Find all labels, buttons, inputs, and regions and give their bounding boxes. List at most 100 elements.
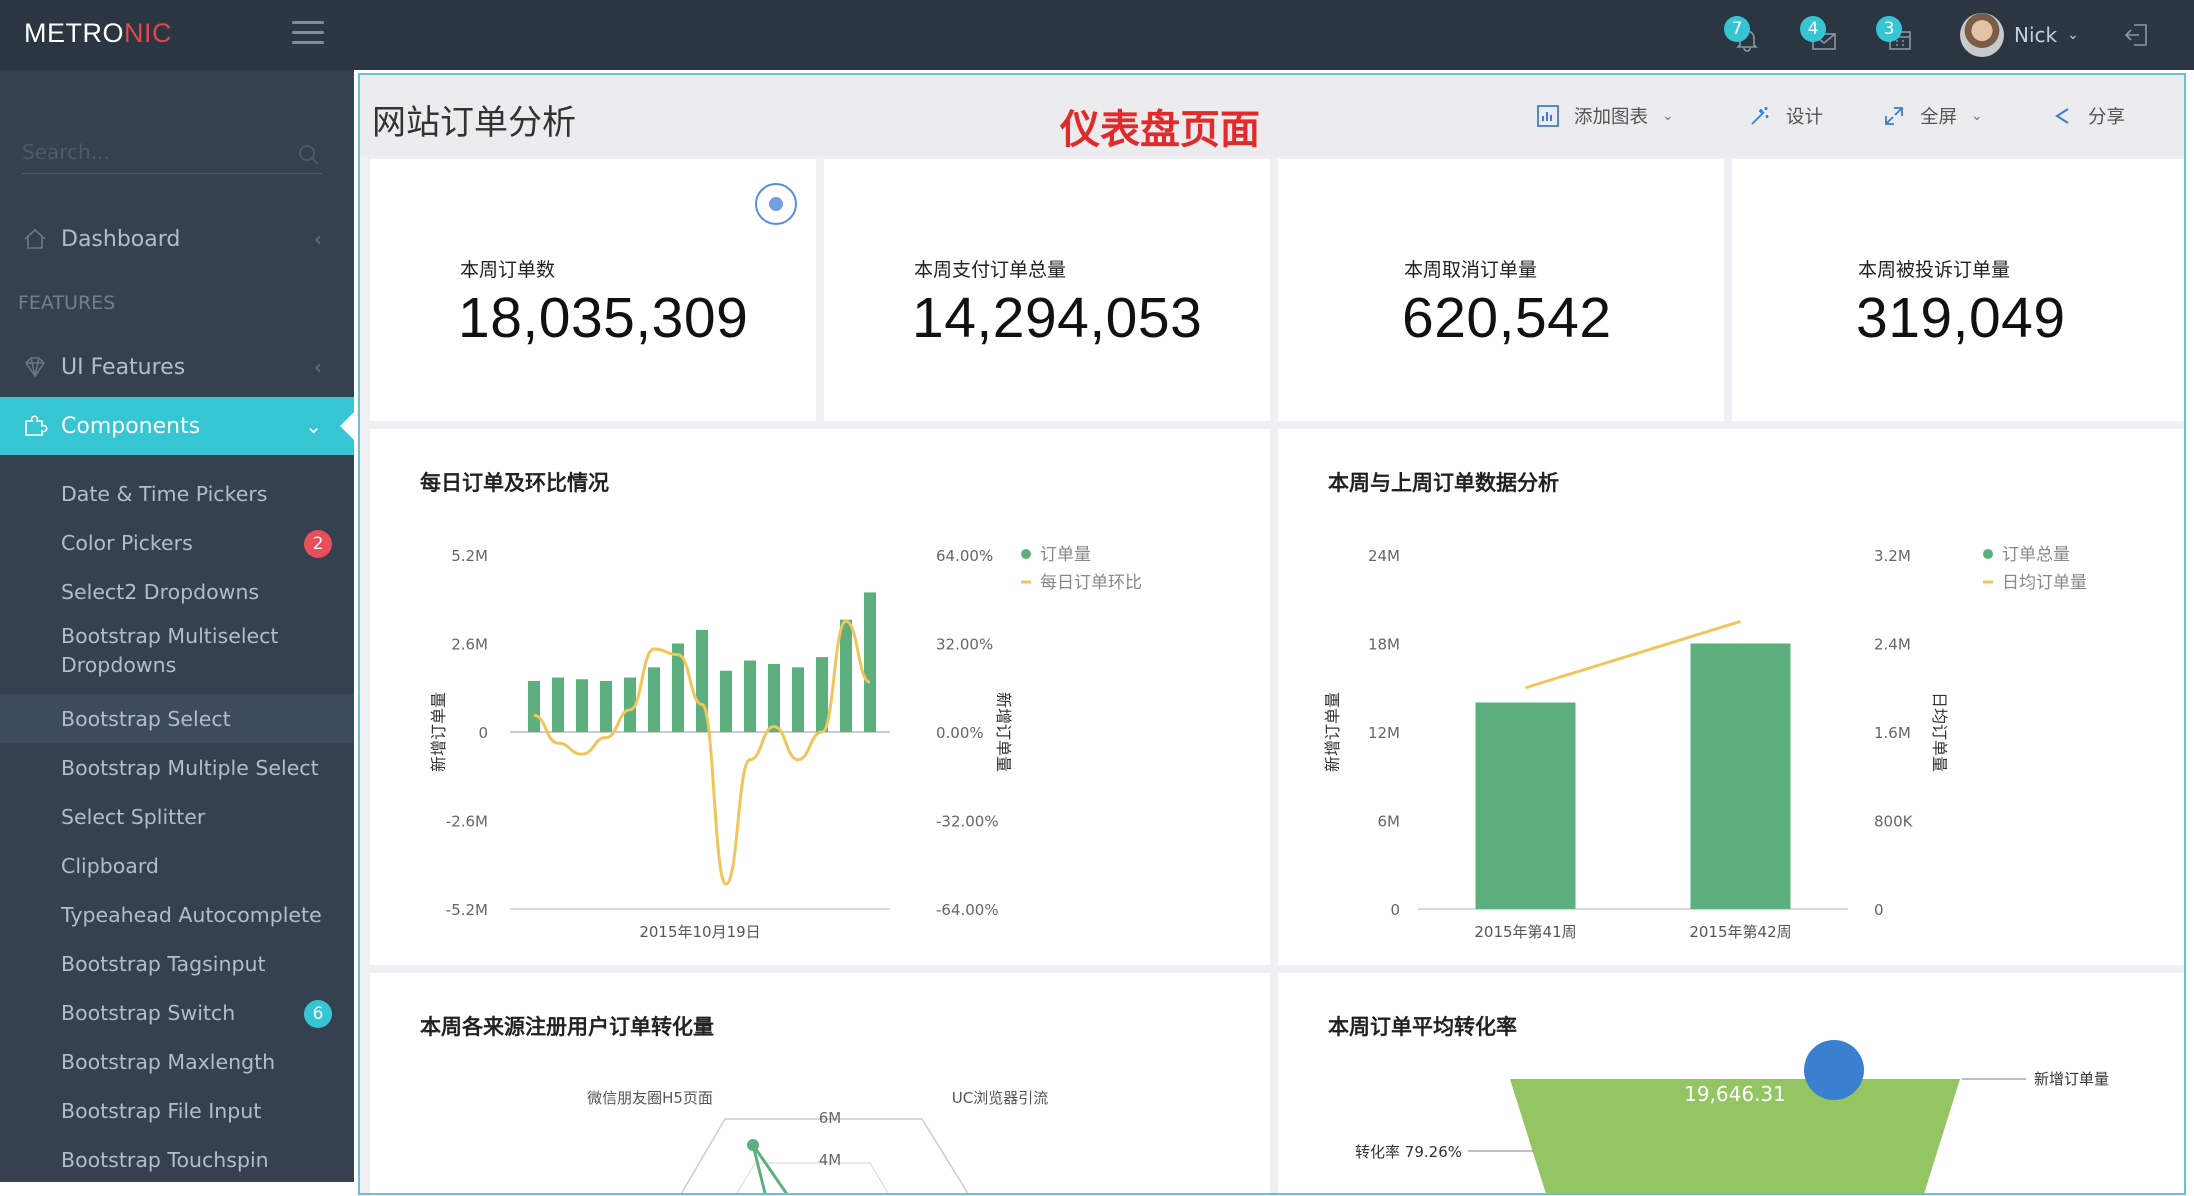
sidebar-subitem[interactable]: Bootstrap Multiselect Dropdowns xyxy=(0,621,330,681)
sidebar-subitem[interactable]: Color Pickers 2 xyxy=(0,518,354,567)
kpi-card[interactable]: 本周支付订单总量 14,294,053 xyxy=(824,159,1270,421)
tasks-button[interactable]: 3 xyxy=(1876,16,1920,56)
sidebar-item-components[interactable]: Components ⌄ xyxy=(0,397,354,455)
sidebar-search xyxy=(22,134,322,174)
chart-card-daily-orders[interactable]: 每日订单及环比情况 5.2M 64.00% 2.6M 32.00% 0 0.00% -2.6… xyxy=(370,429,1270,965)
kpi-card[interactable]: 本周订单数 18,035,309 xyxy=(370,159,816,421)
chart-card-weekly-comparison[interactable]: 本周与上周订单数据分析 24M 3.2M 18M 2.4M 12M 1.6M 6M 800K 0… xyxy=(1278,429,2184,965)
notification-count-badge: 7 xyxy=(1724,16,1750,42)
y2-axis-tick-label: 0.00% xyxy=(936,724,984,742)
kpi-label: 本周订单数 xyxy=(460,259,556,281)
sidebar-subitem[interactable]: Bootstrap Tagsinput xyxy=(0,939,354,988)
logout-button[interactable] xyxy=(2122,20,2152,54)
avatar xyxy=(1960,13,2004,57)
fullscreen-label: 全屏 xyxy=(1920,107,1958,128)
bar xyxy=(648,667,660,732)
sidebar-item-ui-features[interactable]: UI Features ‹ xyxy=(0,338,354,396)
bar xyxy=(792,667,804,732)
sidebar-subitem-label: Select2 Dropdowns xyxy=(61,579,260,604)
y-axis-tick-label: -2.6M xyxy=(446,813,488,831)
bar xyxy=(840,619,852,732)
bar xyxy=(528,680,540,732)
chart-card-source-conversion[interactable]: 本周各来源注册用户订单转化量 微信朋友圈H5页面 UC浏览器引流 6M 4M xyxy=(370,973,1270,1193)
sidebar-subitem-label: Bootstrap Tagsinput xyxy=(61,951,266,976)
kpi-card[interactable]: 本周取消订单量 620,542 xyxy=(1278,159,1724,421)
y2-axis-tick-label: 1.6M xyxy=(1874,724,1911,742)
sidebar-subitem[interactable]: Date & Time Pickers xyxy=(0,469,354,518)
inbox-button[interactable]: 4 xyxy=(1800,16,1844,56)
add-chart-label: 添加图表 xyxy=(1574,107,1649,128)
bar xyxy=(1475,702,1576,909)
sidebar-subitem[interactable]: Select Splitter xyxy=(0,792,354,841)
funnel-value-label: 19,646.31 xyxy=(1684,1082,1786,1106)
y-axis-tick-label: 0 xyxy=(478,724,488,742)
magic-wand-icon xyxy=(1751,107,1769,125)
user-name: Nick xyxy=(2014,23,2058,47)
sidebar-subitem[interactable]: Bootstrap File Input xyxy=(0,1086,354,1135)
kpi-card[interactable]: 本周被投诉订单量 319,049 xyxy=(1732,159,2184,421)
daily-orders-chart: 5.2M 64.00% 2.6M 32.00% 0 0.00% -2.6M -32.00% -5… xyxy=(429,545,1142,941)
legend-label: 日均订单量 xyxy=(2002,573,2087,593)
sidebar-subitem-label: Bootstrap Select xyxy=(61,706,231,731)
sidebar-item-label: Dashboard xyxy=(61,226,181,252)
sidebar-item-label: Components xyxy=(61,413,201,439)
sidebar-subitem[interactable]: Bootstrap Maxlength xyxy=(0,1037,354,1086)
share-label: 分享 xyxy=(2088,107,2126,128)
chevron-down-icon: ⌄ xyxy=(2067,27,2079,43)
add-chart-button[interactable]: 添加图表 ⌄ xyxy=(1536,103,1674,129)
y-axis-tick-label: 5.2M xyxy=(451,547,488,565)
target-icon[interactable] xyxy=(755,183,797,225)
y-axis-tick-label: 0 xyxy=(1390,901,1400,919)
bar xyxy=(768,663,780,732)
sidebar-subitem[interactable]: Bootstrap Multiple Select xyxy=(0,743,354,792)
sidebar-subitem[interactable]: Clipboard xyxy=(0,841,354,890)
app-logo[interactable]: METRONIC xyxy=(24,18,172,49)
top-navbar: METRONIC 7 4 3 Nick ⌄ xyxy=(0,0,2194,70)
source-radar-chart: 微信朋友圈H5页面 UC浏览器引流 6M 4M xyxy=(587,1089,1048,1193)
bar xyxy=(552,677,564,732)
y2-axis-tick-label: 2.4M xyxy=(1874,636,1911,654)
y-axis-tick-label: 6M xyxy=(1378,813,1401,831)
inbox-count-badge: 4 xyxy=(1800,16,1826,42)
sidebar-item-label: UI Features xyxy=(61,354,186,380)
chevron-left-icon: ‹ xyxy=(314,355,322,379)
sidebar-subitem[interactable]: Typeahead Autocomplete xyxy=(0,890,354,939)
legend-swatch xyxy=(1021,549,1031,559)
share-button[interactable]: 分享 xyxy=(2052,103,2125,129)
logout-icon xyxy=(2124,24,2147,46)
weekly-comparison-chart: 24M 3.2M 18M 2.4M 12M 1.6M 6M 800K 0 0 新增订单量 日均订单量 2… xyxy=(1323,545,2087,941)
count-badge: 2 xyxy=(304,530,332,558)
count-badge: 6 xyxy=(304,1000,332,1028)
fullscreen-button[interactable]: 全屏 ⌄ xyxy=(1882,103,1983,129)
sidebar-subitem-label: Bootstrap Touchspin xyxy=(61,1147,269,1172)
legend-label: 订单总量 xyxy=(2002,545,2070,565)
y-axis-tick-label: 18M xyxy=(1368,636,1400,654)
bar xyxy=(1690,643,1791,909)
y-axis-label: 新增订单量 xyxy=(429,692,448,772)
notifications-button[interactable]: 7 xyxy=(1724,16,1768,56)
design-button[interactable]: 设计 xyxy=(1748,103,1823,129)
x-axis-tick-label: 2015年第42周 xyxy=(1689,923,1791,941)
sidebar-subitem[interactable]: Select2 Dropdowns xyxy=(0,567,354,616)
search-icon[interactable] xyxy=(298,144,320,166)
sidebar-subitem-label: Date & Time Pickers xyxy=(61,481,268,506)
y-axis-label: 新增订单量 xyxy=(1323,692,1342,772)
sidebar-subitem-label: Bootstrap Maxlength xyxy=(61,1049,276,1074)
sidebar-subitem[interactable]: Bootstrap Switch 6 xyxy=(0,988,354,1037)
sidebar-item-dashboard[interactable]: Dashboard ‹ xyxy=(0,210,354,268)
user-menu[interactable]: Nick ⌄ xyxy=(1960,12,2079,58)
sidebar-subitem[interactable]: Bootstrap Select xyxy=(0,694,354,743)
y-axis-tick-label: 24M xyxy=(1368,547,1400,565)
menu-toggle-icon[interactable] xyxy=(292,21,324,45)
legend-label: 订单量 xyxy=(1040,545,1091,565)
radar-tick-label: 6M xyxy=(819,1109,842,1127)
search-input[interactable] xyxy=(22,134,282,170)
radar-series-line xyxy=(751,1144,788,1193)
sidebar-subitem-label: Bootstrap Multiselect Dropdowns xyxy=(61,624,279,677)
chart-card-conversion-rate[interactable]: 本周订单平均转化率 19,646.31 新增订单量 转化率 79.26% xyxy=(1278,973,2184,1193)
floating-action-button[interactable] xyxy=(1804,1040,1864,1100)
sidebar-subitem-label: Clipboard xyxy=(61,853,159,878)
bar xyxy=(864,592,876,732)
sidebar-subitem[interactable]: Bootstrap Touchspin xyxy=(0,1135,354,1184)
sidebar-subitem-label: Select Splitter xyxy=(61,804,206,829)
